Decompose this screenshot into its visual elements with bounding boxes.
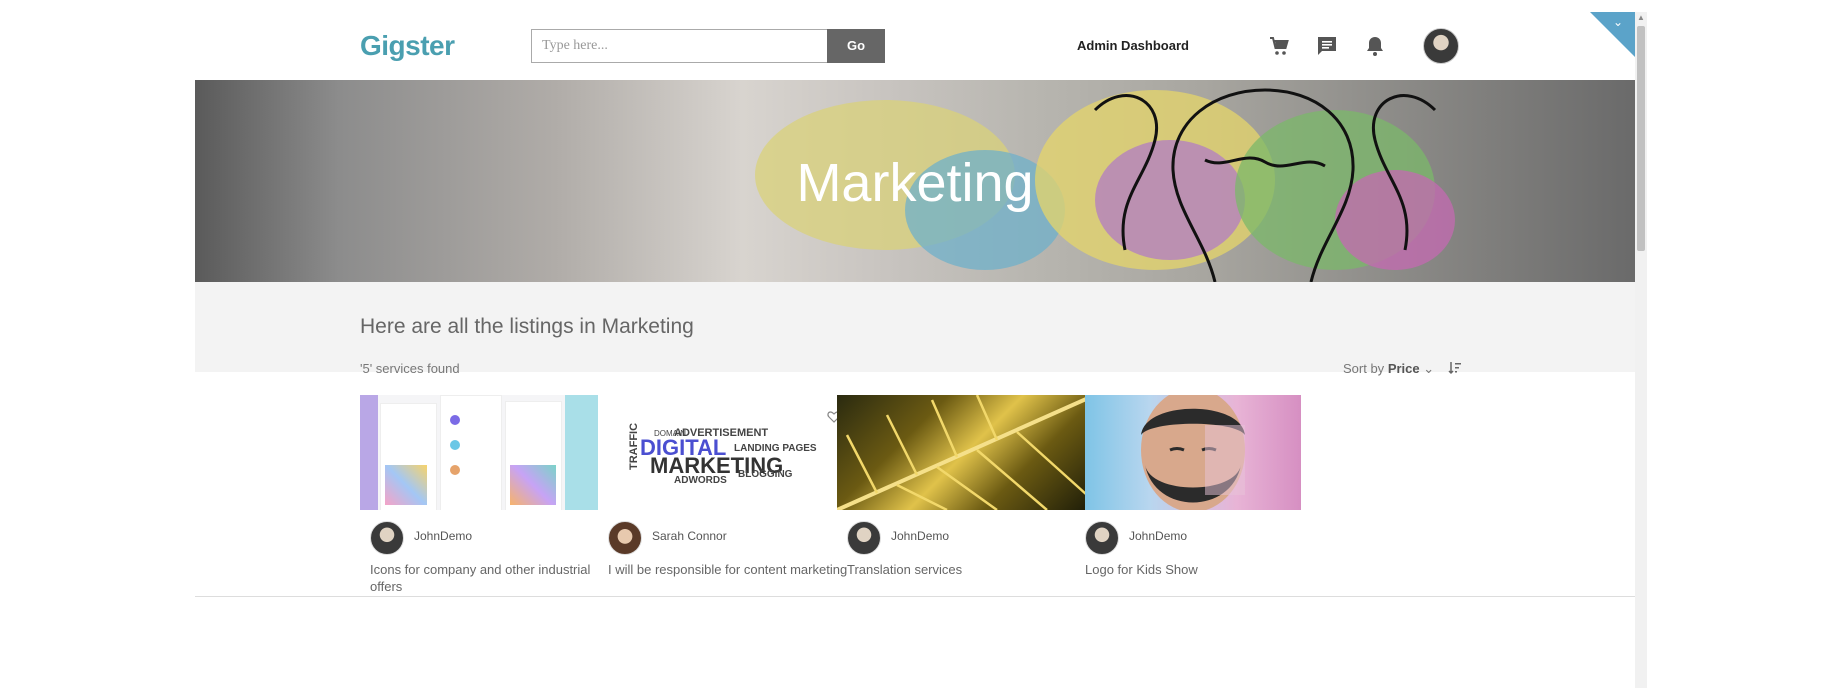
card-thumbnail[interactable]: TRAFFIC ADVERTISEMENT DOMAIN DIGITAL LAN… xyxy=(598,395,856,510)
portrait-illustration xyxy=(1141,395,1245,510)
category-banner: Marketing xyxy=(195,80,1635,282)
card-title[interactable]: Logo for Kids Show xyxy=(1085,561,1325,578)
divider xyxy=(195,596,1635,597)
card-thumbnail[interactable] xyxy=(837,395,1095,510)
card-title[interactable]: I will be responsible for content market… xyxy=(608,561,848,578)
results-count: '5' services found xyxy=(360,361,460,376)
chat-icon[interactable] xyxy=(1315,34,1339,58)
page: Gigster Type here... Go Admin Dashboard xyxy=(195,12,1635,688)
card-title[interactable]: Translation services xyxy=(847,561,1087,578)
sort-value: Price xyxy=(1387,361,1420,376)
banner-title: Marketing xyxy=(796,153,1034,213)
author-avatar[interactable] xyxy=(608,521,642,555)
scrollbar-thumb[interactable] xyxy=(1637,26,1645,251)
sort-prefix: Sort by xyxy=(1343,361,1385,376)
bell-icon[interactable] xyxy=(1363,34,1387,58)
author-name[interactable]: Sarah Connor xyxy=(652,529,727,543)
go-button[interactable]: Go xyxy=(827,29,885,63)
author-name[interactable]: JohnDemo xyxy=(1129,529,1187,543)
listing-card[interactable]: TRAFFIC ADVERTISEMENT DOMAIN DIGITAL LAN… xyxy=(598,395,856,605)
listing-card[interactable]: JohnDemo Logo for Kids Show xyxy=(1075,395,1333,605)
listing-card[interactable]: JohnDemo Translation services xyxy=(837,395,1095,605)
card-thumbnail[interactable] xyxy=(1085,395,1301,510)
listing-heading: Here are all the listings in Marketing xyxy=(360,315,694,338)
card-thumbnail[interactable] xyxy=(360,395,618,510)
author-avatar[interactable] xyxy=(1085,521,1119,555)
listing-card[interactable]: JohnDemo Icons for company and other ind… xyxy=(360,395,618,605)
author-name[interactable]: JohnDemo xyxy=(414,529,472,543)
wordcloud-word: ADWORDS xyxy=(674,475,727,486)
chevron-down-icon: ⌄ xyxy=(1423,361,1435,376)
chevron-down-icon: ⌄ xyxy=(1613,15,1624,29)
author-avatar[interactable] xyxy=(847,521,881,555)
sort-order-icon[interactable] xyxy=(1447,360,1463,376)
header: Gigster Type here... Go Admin Dashboard xyxy=(195,12,1635,80)
cart-icon[interactable] xyxy=(1267,34,1291,58)
wordcloud-word: BLOGGING xyxy=(738,469,793,480)
logo[interactable]: Gigster xyxy=(360,30,455,62)
wordcloud-word: TRAFFIC xyxy=(628,422,640,470)
corner-toggle[interactable]: ⌄ xyxy=(1590,12,1635,57)
author-avatar[interactable] xyxy=(370,521,404,555)
leaf-image xyxy=(837,395,1095,510)
search-input[interactable]: Type here... xyxy=(531,29,827,63)
admin-dashboard-link[interactable]: Admin Dashboard xyxy=(1077,38,1189,53)
scrollbar[interactable]: ▲ xyxy=(1635,12,1647,688)
author-name[interactable]: JohnDemo xyxy=(891,529,949,543)
user-avatar[interactable] xyxy=(1423,28,1459,64)
card-title[interactable]: Icons for company and other industrial o… xyxy=(370,561,610,595)
sort-dropdown[interactable]: Sort by Price ⌄ xyxy=(1343,361,1434,377)
scroll-up-arrow[interactable]: ▲ xyxy=(1637,14,1645,22)
